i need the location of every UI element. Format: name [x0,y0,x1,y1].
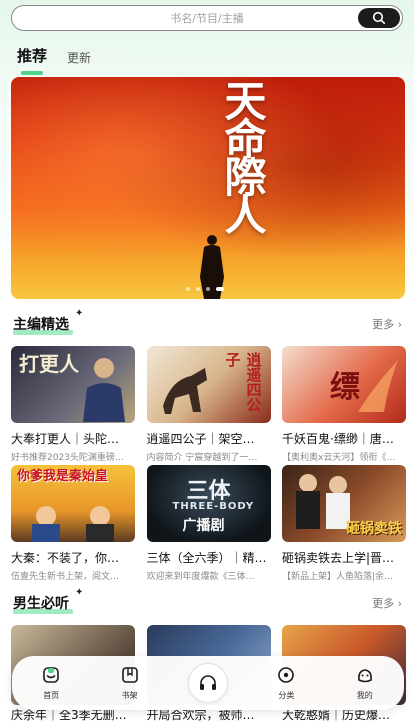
book-card[interactable]: 缥 千妖百鬼·缥缈｜唐… 【奥利奥x云天河】领衔《… [282,346,406,463]
player-button [187,663,228,703]
cover-tag: 广播剧 [182,518,225,534]
headphones-icon [199,675,216,690]
book-cover: 你爹我是秦始皇 [11,465,135,542]
more-link[interactable]: 更多 › [372,316,402,332]
cover-characters [32,506,114,542]
search-bar [11,5,403,31]
section-title: 男生必听 [13,596,69,612]
nav-bookshelf[interactable]: 书架 [100,666,160,701]
book-title: 大秦：不装了，你… [11,551,120,565]
pagination-dot[interactable] [196,287,200,291]
book-title: 千妖百鬼·缥缈｜唐… [282,432,394,446]
bookshelf-icon [121,666,138,683]
category-icon [278,666,295,683]
feed-tabs: 推荐 更新 [17,45,111,75]
editor-picks-row-1: 打更人 大奉打更人｜头陀… 好书推荐2023头陀渊重磅… 逍遥四公子 逍遥四公子… [11,346,406,463]
pagination-dot[interactable] [186,287,190,291]
book-cover: 逍遥四公子 [146,346,271,423]
pagination-dot-active[interactable] [216,287,224,291]
more-label: 更多 [372,318,395,331]
section-male-picks-header: 男生必听 ✦ 更多 › [13,587,404,613]
book-cover: 砸锅卖铁 [282,465,406,542]
book-card[interactable]: 打更人 大奉打更人｜头陀… 好书推荐2023头陀渊重磅… [11,346,135,463]
book-title: 逍遥四公子｜架空… [146,432,255,446]
cover-horse [162,368,207,414]
book-description: 内容简介 宁宸穿越到了一… [146,453,258,463]
book-description: 【新品上架】人鱼陷落|余… [282,572,394,582]
nav-label: 分类 [278,690,295,700]
nav-category[interactable]: 分类 [256,666,316,701]
cover-title: 打更人 [19,352,79,376]
editor-picks-row-2: 你爹我是秦始皇 大秦：不装了，你… 伍壹先生新书上架，阅文… 三体 THREE-… [11,465,406,582]
cover-title: 砸锅卖铁 [346,521,402,537]
book-card[interactable]: 砸锅卖铁 砸锅卖铁去上学|晋… 【新品上架】人鱼陷落|余… [282,465,406,582]
hero-banner[interactable]: 天命際人 [11,77,405,299]
nav-label: 首页 [43,690,60,700]
nav-label: 书架 [121,690,138,700]
nav-player[interactable] [178,663,238,703]
book-card[interactable]: 你爹我是秦始皇 大秦：不装了，你… 伍壹先生新书上架，阅文… [11,465,135,582]
profile-icon [357,668,372,682]
book-cover: 三体 THREE-BODY 广播剧 [146,465,271,542]
nav-label: 我的 [356,690,373,700]
pagination-dot[interactable] [206,287,210,291]
more-label: 更多 [372,597,395,610]
book-cover: 缥 [282,346,406,423]
section-title: 主编精选 [13,317,69,333]
book-cover: 打更人 [11,346,135,423]
search-box [11,5,403,31]
cover-character [83,358,125,422]
book-description: 好书推荐2023头陀渊重磅… [11,453,124,463]
book-title: 大奉打更人｜头陀… [11,432,120,446]
cover-title: 你爹我是秦始皇 [17,469,109,484]
cover-title: 逍遥四公子 [223,352,263,412]
nav-home[interactable]: 首页 [21,666,81,701]
more-link[interactable]: 更多 › [372,595,402,611]
book-title: 砸锅卖铁去上学|晋… [282,551,395,565]
tab-updates[interactable]: 更新 [67,49,91,66]
nav-profile[interactable]: 我的 [335,666,395,701]
home-icon [43,666,59,683]
bottom-navigation: 首页 书架 分类 我的 [12,656,404,710]
sparkle-icon: ✦ [75,308,84,319]
cover-subtitle: THREE-BODY [172,501,255,512]
cover-phoenix [358,360,398,412]
book-card[interactable]: 逍遥四公子 逍遥四公子｜架空… 内容简介 宁宸穿越到了一… [146,346,271,463]
search-button[interactable] [358,8,400,28]
book-description: 伍壹先生新书上架，阅文… [11,572,120,582]
book-title: 三体（全六季）｜精… [146,551,267,565]
book-description: 欢迎来到年度爆款《三体… [146,572,255,582]
search-input[interactable] [12,6,402,30]
book-card[interactable]: 三体 THREE-BODY 广播剧 三体（全六季）｜精… 欢迎来到年度爆款《三体… [146,465,271,582]
sparkle-icon: ✦ [75,587,84,598]
search-icon [372,11,385,24]
section-editor-picks-header: 主编精选 ✦ 更多 › [13,308,404,334]
tab-recommend[interactable]: 推荐 [17,45,47,75]
banner-pagination [186,287,224,291]
book-description: 【奥利奥x云天河】领衔《… [282,453,396,463]
